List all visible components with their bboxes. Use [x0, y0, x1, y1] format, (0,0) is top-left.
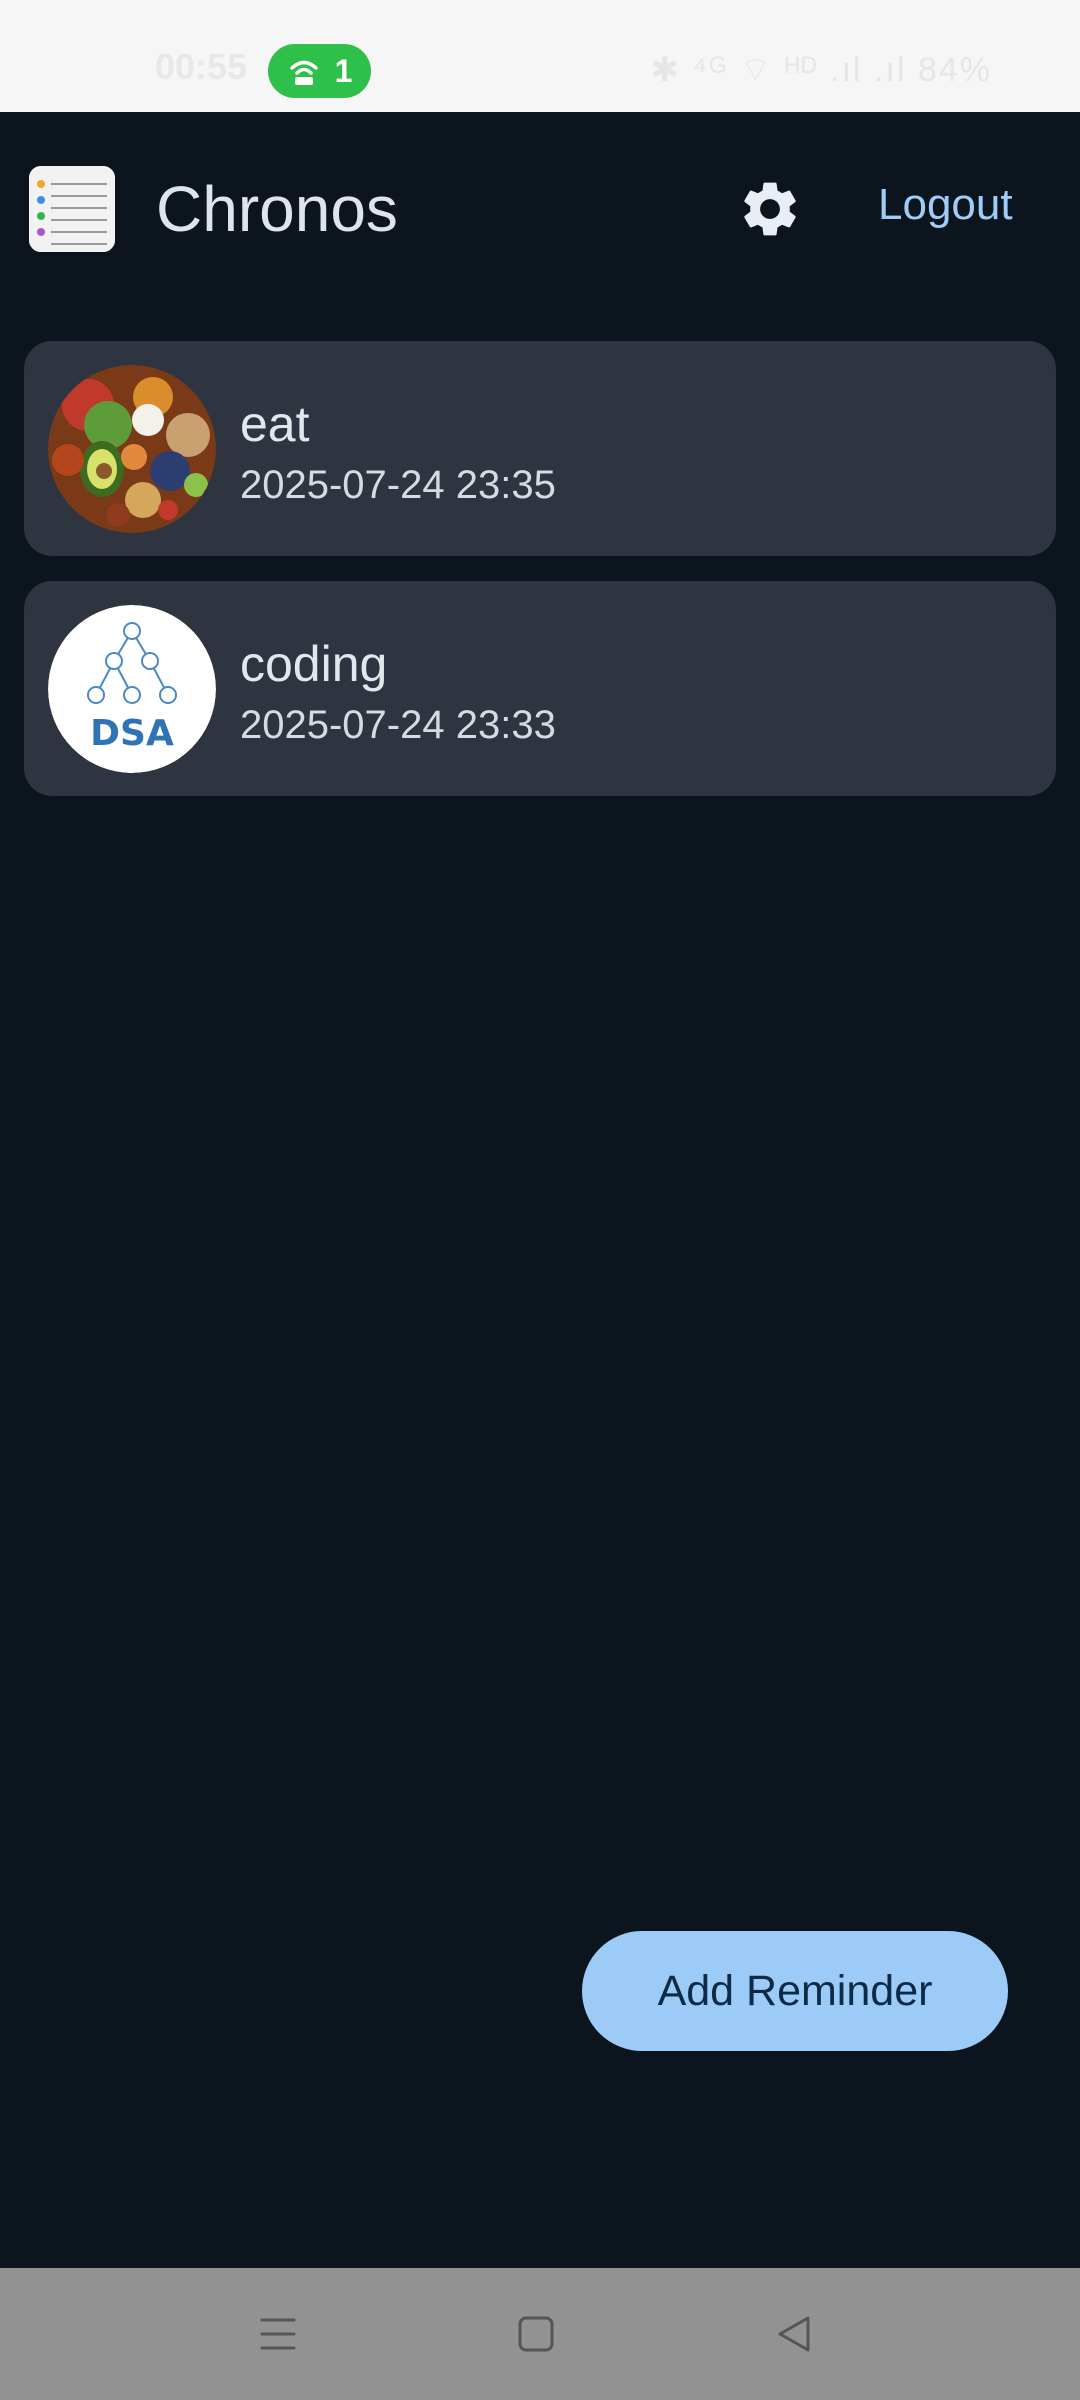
system-nav-bar [0, 2268, 1080, 2400]
reminder-title: coding [240, 636, 388, 692]
gear-icon [744, 182, 796, 236]
home-square-icon [518, 2316, 554, 2352]
hotspot-icon [289, 60, 318, 85]
dsa-logo-text: DSA [90, 713, 174, 754]
app-title: Chronos [156, 173, 398, 245]
logout-button[interactable]: Logout [878, 180, 1013, 230]
reminder-card-coding[interactable]: DSA coding 2025-07-24 23:33 [24, 581, 1056, 796]
menu-button[interactable] [252, 2308, 304, 2360]
hotspot-count: 1 [334, 52, 353, 89]
reminder-datetime: 2025-07-24 23:33 [240, 703, 556, 747]
reminder-image-food [48, 365, 216, 533]
settings-button[interactable] [737, 176, 803, 242]
back-button[interactable] [768, 2308, 820, 2360]
notepad-icon [29, 166, 115, 252]
status-indicators: ✱ ⁴ᴳ ⌔ ᴴᴰ .ıl .ıl 84% [650, 51, 992, 89]
reminder-datetime: 2025-07-24 23:35 [240, 463, 556, 507]
add-reminder-button[interactable]: Add Reminder [582, 1931, 1008, 2051]
hotspot-pill[interactable]: 1 [268, 44, 371, 98]
reminder-image-dsa: DSA [48, 605, 216, 773]
reminder-card-eat[interactable]: eat 2025-07-24 23:35 [24, 341, 1056, 556]
status-bar: 00:55 1 ✱ ⁴ᴳ ⌔ ᴴᴰ .ıl .ıl 84% [0, 0, 1080, 112]
menu-icon [260, 2318, 296, 2350]
status-time: 00:55 [155, 46, 248, 87]
back-triangle-icon [778, 2316, 810, 2352]
reminder-title: eat [240, 396, 310, 452]
screen: 00:55 1 ✱ ⁴ᴳ ⌔ ᴴᴰ .ıl .ıl 84% Chronos Lo… [0, 0, 1080, 2400]
home-button[interactable] [510, 2308, 562, 2360]
